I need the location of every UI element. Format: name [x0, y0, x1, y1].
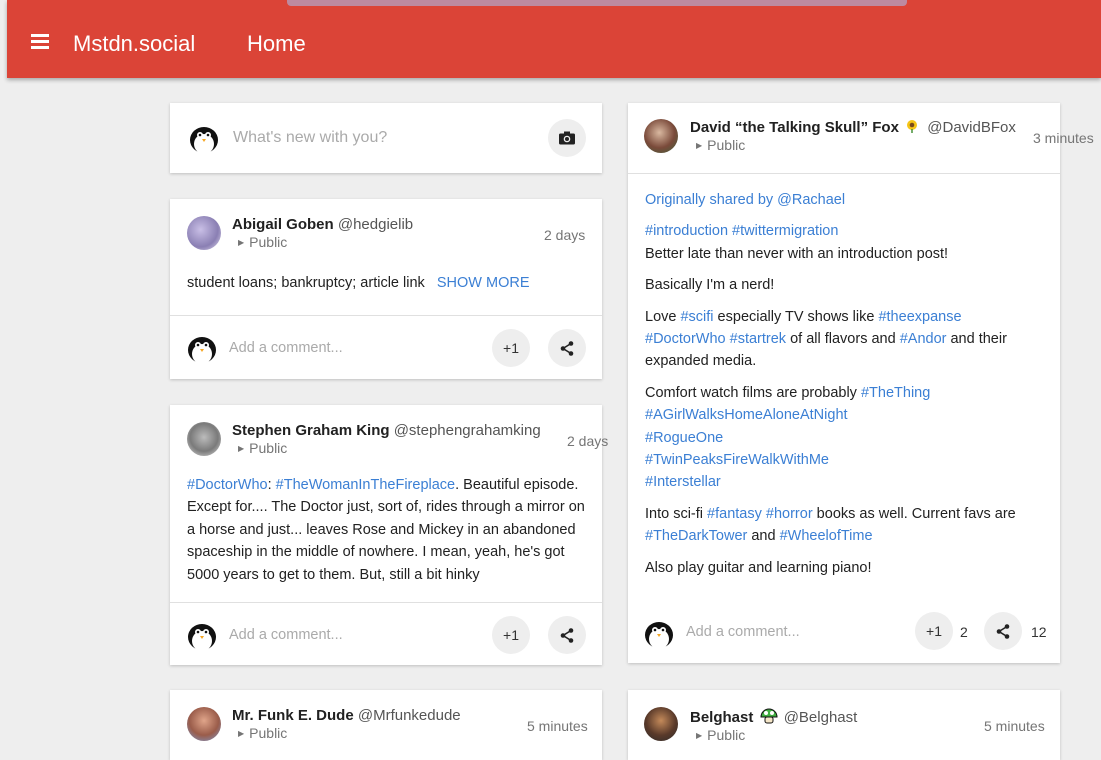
page-title: Home — [247, 31, 306, 56]
avatar[interactable] — [187, 216, 221, 250]
visibility[interactable]: ▶ Public — [238, 234, 287, 250]
mushroom-emoji-icon — [760, 708, 778, 724]
user-avatar — [188, 122, 220, 154]
compose-input[interactable]: What's new with you? — [233, 129, 387, 147]
post-text: Originally shared by @Rachael #introduct… — [645, 192, 1016, 576]
menu-icon[interactable] — [31, 34, 49, 49]
caret-icon: ▶ — [696, 141, 703, 150]
caret-icon: ▶ — [238, 729, 245, 738]
author-name[interactable]: Stephen Graham King @stephengrahamking — [232, 422, 541, 439]
avatar[interactable] — [187, 422, 221, 456]
divider — [170, 602, 602, 603]
timestamp[interactable]: 5 minutes — [527, 718, 588, 734]
avatar[interactable] — [644, 707, 678, 741]
visibility[interactable]: ▶ Public — [696, 727, 745, 743]
share-count: 12 — [1031, 624, 1047, 640]
comment-input[interactable]: Add a comment... — [686, 624, 800, 640]
caret-icon: ▶ — [238, 444, 245, 453]
plus-one-button[interactable]: +1 — [492, 329, 530, 367]
share-icon — [560, 627, 574, 643]
comment-input[interactable]: Add a comment... — [229, 340, 343, 356]
share-button[interactable] — [548, 616, 586, 654]
share-icon — [560, 340, 574, 356]
avatar[interactable] — [644, 119, 678, 153]
post-card: David “the Talking Skull” Fox @DavidBFox… — [628, 103, 1094, 663]
timestamp[interactable]: 5 minutes — [984, 718, 1045, 734]
author-name[interactable]: Mr. Funk E. Dude @Mrfunkedude — [232, 707, 461, 724]
avatar[interactable] — [187, 707, 221, 741]
sunflower-emoji-icon — [907, 120, 918, 133]
visibility[interactable]: ▶ Public — [696, 137, 745, 153]
show-more-link[interactable]: SHOW MORE — [437, 275, 530, 291]
share-button[interactable] — [548, 329, 586, 367]
post-text: student loans; bankruptcy; article link … — [187, 275, 530, 291]
app-title[interactable]: Mstdn.social — [73, 31, 195, 57]
compose-card: What's new with you? — [170, 103, 602, 173]
plus-one-button[interactable]: +1 — [915, 612, 953, 650]
post-card: Abigail Goben @hedgielib ▶ Public 2 days … — [170, 199, 602, 379]
app-bar: Mstdn.social Home — [7, 0, 1101, 78]
timestamp[interactable]: 2 days — [567, 433, 608, 449]
comment-input[interactable]: Add a comment... — [229, 627, 343, 643]
visibility[interactable]: ▶ Public — [238, 440, 287, 456]
user-avatar — [186, 619, 216, 651]
plus-one-count: 2 — [960, 624, 968, 640]
author-name[interactable]: Abigail Goben @hedgielib — [232, 216, 413, 233]
browser-highlight — [287, 0, 907, 6]
share-icon — [996, 623, 1010, 639]
user-avatar — [643, 617, 673, 649]
author-name[interactable]: Belghast @Belghast — [690, 707, 857, 726]
plus-one-button[interactable]: +1 — [492, 616, 530, 654]
visibility[interactable]: ▶ Public — [238, 725, 287, 741]
share-button[interactable] — [984, 612, 1022, 650]
camera-button[interactable] — [548, 119, 586, 157]
divider — [628, 173, 1060, 174]
caret-icon: ▶ — [696, 731, 703, 740]
user-avatar — [186, 332, 216, 364]
timestamp[interactable]: 3 minutes — [1033, 130, 1094, 146]
timestamp[interactable]: 2 days — [544, 227, 585, 243]
post-text: #DoctorWho: #TheWomanInTheFireplace. Bea… — [187, 477, 585, 583]
camera-icon — [559, 131, 575, 145]
divider — [170, 315, 602, 316]
caret-icon: ▶ — [238, 238, 245, 247]
author-name[interactable]: David “the Talking Skull” Fox @DavidBFox — [690, 119, 1016, 136]
post-card: Stephen Graham King @stephengrahamking ▶… — [170, 405, 608, 665]
